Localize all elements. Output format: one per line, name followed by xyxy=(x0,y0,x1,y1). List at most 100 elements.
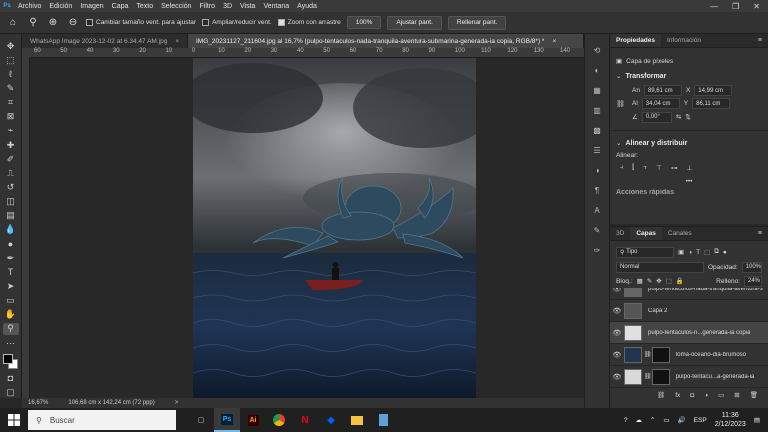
calculator-taskbar-icon[interactable] xyxy=(370,408,396,432)
align-right-icon[interactable]: ⫟ xyxy=(643,164,647,172)
blend-mode-select[interactable]: Normal xyxy=(616,261,704,273)
swatches-icon[interactable]: ▦ xyxy=(590,84,604,96)
align-left-icon[interactable]: ⫞ xyxy=(620,164,623,172)
history-brush-icon[interactable]: ↺ xyxy=(3,181,19,193)
status-arrow[interactable]: > xyxy=(175,400,179,406)
volume-icon[interactable]: 🔊 xyxy=(678,416,686,424)
layer-row[interactable]: 👁 Capa 2 xyxy=(610,300,768,322)
filter-pixel-icon[interactable]: ▣ xyxy=(678,248,684,256)
chrome-taskbar-icon[interactable] xyxy=(266,408,292,432)
lock-artboard-icon[interactable]: ⬚ xyxy=(666,277,672,285)
filter-type-icon[interactable]: T xyxy=(696,249,700,256)
new-layer-icon[interactable]: ⊞ xyxy=(734,391,739,399)
screen-mode-icon[interactable]: ▢ xyxy=(3,386,19,398)
blur-tool-icon[interactable]: 💧 xyxy=(3,224,19,236)
task-view-icon[interactable]: ▢ xyxy=(188,408,214,432)
foreground-color-swatch[interactable] xyxy=(2,354,13,365)
layer-row[interactable]: 👁 pulpo-tentaculos-nada-tranquila-aventu… xyxy=(610,288,768,300)
flip-horizontal-icon[interactable]: ⇆ xyxy=(676,113,681,121)
panel-menu-icon[interactable]: ≡ xyxy=(758,34,768,47)
paths-icon[interactable]: ✑ xyxy=(590,244,604,256)
taskbar-search-box[interactable]: ⚲ Buscar xyxy=(28,410,176,430)
align-vcenter-icon[interactable]: ⊶ xyxy=(671,164,678,172)
zoom-tool-icon[interactable]: ⚲ xyxy=(26,16,40,30)
filter-shape-icon[interactable]: ⬚ xyxy=(704,248,710,256)
menu-3d[interactable]: 3D xyxy=(219,3,236,10)
tab-properties[interactable]: Propiedades xyxy=(610,34,662,47)
y-field[interactable]: 86,11 cm xyxy=(692,98,731,109)
zoom-in-icon[interactable]: ⊕ xyxy=(46,16,60,30)
tab-info[interactable]: Información xyxy=(661,34,707,47)
lock-all-icon[interactable]: 🔒 xyxy=(676,277,684,285)
eye-icon[interactable]: 👁 xyxy=(610,351,624,359)
zoom-percent-field[interactable]: 100% xyxy=(346,16,382,29)
menu-edicion[interactable]: Edición xyxy=(45,3,76,10)
notification-icon[interactable]: ▤ xyxy=(754,416,760,424)
vertical-ruler[interactable] xyxy=(22,58,30,398)
zoom-all-windows-checkbox[interactable]: Ampliar/reducir vent. xyxy=(202,19,272,26)
zoom-level[interactable]: 16,67% xyxy=(28,400,48,406)
close-icon[interactable]: × xyxy=(552,38,556,45)
horizontal-ruler[interactable]: 60 50 40 30 20 10 0 10 20 30 40 50 60 70 80 90 100 110 120… xyxy=(30,48,584,58)
menu-seleccion[interactable]: Selección xyxy=(157,3,195,10)
eye-icon[interactable]: 👁 xyxy=(610,373,624,381)
more-tools-icon[interactable]: ⋯ xyxy=(3,337,19,349)
network-icon[interactable]: ▭ xyxy=(663,416,669,424)
brush-settings-icon[interactable]: ✎ xyxy=(590,224,604,236)
fx-icon[interactable]: fx xyxy=(675,392,680,399)
adjustment-layer-icon[interactable]: ◑ xyxy=(704,392,708,399)
flip-vertical-icon[interactable]: ⇅ xyxy=(685,113,690,121)
layer-filter-select[interactable]: ⚲ Tipo xyxy=(616,246,674,258)
pen-tool-icon[interactable]: ✒ xyxy=(3,252,19,264)
minimize-button[interactable]: — xyxy=(710,2,718,11)
panel-menu-icon[interactable]: ≡ xyxy=(758,227,768,240)
menu-imagen[interactable]: Imagen xyxy=(76,3,107,10)
patterns-icon[interactable]: ▩ xyxy=(590,124,604,136)
lasso-tool-icon[interactable]: ℓ xyxy=(3,68,19,80)
chevron-up-icon[interactable]: ⌃ xyxy=(650,416,655,424)
crop-tool-icon[interactable]: ⌗ xyxy=(3,97,19,109)
chevron-down-icon[interactable]: ⌄ xyxy=(616,72,621,80)
paragraph-icon[interactable]: ¶ xyxy=(590,184,604,196)
zoom-out-icon[interactable]: ⊖ xyxy=(66,16,80,30)
windows-start-icon[interactable] xyxy=(0,408,28,432)
add-mask-icon[interactable]: ◘ xyxy=(690,392,694,399)
shape-tool-icon[interactable]: ▭ xyxy=(3,295,19,307)
hand-tool-icon[interactable]: ✋ xyxy=(3,309,19,321)
eye-icon[interactable]: 👁 xyxy=(610,329,624,337)
photoshop-taskbar-icon[interactable]: Ps xyxy=(214,408,240,432)
marquee-tool-icon[interactable]: ⬚ xyxy=(3,54,19,66)
filter-adjust-icon[interactable]: ◑ xyxy=(688,249,692,256)
gradients-icon[interactable]: ▥ xyxy=(590,104,604,116)
weather-icon[interactable]: ☁ xyxy=(635,416,642,424)
close-icon[interactable]: × xyxy=(175,38,179,45)
menu-archivo[interactable]: Archivo xyxy=(14,3,45,10)
clock[interactable]: 11:36 2/12/2023 xyxy=(715,411,746,429)
eye-icon[interactable]: 👁 xyxy=(610,288,624,293)
tab-layers[interactable]: Capas xyxy=(630,227,662,240)
link-icon[interactable]: ⛓ xyxy=(616,84,626,124)
home-icon[interactable]: ⌂ xyxy=(6,16,20,30)
lock-move-icon[interactable]: ✥ xyxy=(656,277,661,285)
filter-toggle-icon[interactable]: ● xyxy=(723,249,727,256)
eye-icon[interactable]: 👁 xyxy=(610,307,624,315)
align-top-icon[interactable]: ⊤ xyxy=(656,164,662,172)
gradient-tool-icon[interactable]: ▤ xyxy=(3,210,19,222)
adjustments-icon[interactable]: ◑ xyxy=(590,164,604,176)
stamp-tool-icon[interactable]: ⎍ xyxy=(3,167,19,179)
language-indicator[interactable]: ESP xyxy=(694,417,707,424)
width-field[interactable]: 89,61 cm xyxy=(643,85,682,96)
more-options-icon[interactable]: ••• xyxy=(686,178,693,185)
brush-tool-icon[interactable]: ✐ xyxy=(3,153,19,165)
new-group-icon[interactable]: ▭ xyxy=(718,391,724,399)
libraries-icon[interactable]: ☰ xyxy=(590,144,604,156)
chevron-down-icon[interactable]: ⌄ xyxy=(616,139,621,147)
align-hcenter-icon[interactable]: ⫿ xyxy=(632,164,634,172)
menu-vista[interactable]: Vista xyxy=(236,3,259,10)
character-icon[interactable]: A xyxy=(590,204,604,216)
quick-mask-icon[interactable]: ◘ xyxy=(3,372,19,384)
dropbox-taskbar-icon[interactable]: ◆ xyxy=(318,408,344,432)
align-bottom-icon[interactable]: ⊥ xyxy=(686,164,692,172)
x-field[interactable]: 14,99 cm xyxy=(694,85,733,96)
history-icon[interactable]: ⟲ xyxy=(590,44,604,56)
